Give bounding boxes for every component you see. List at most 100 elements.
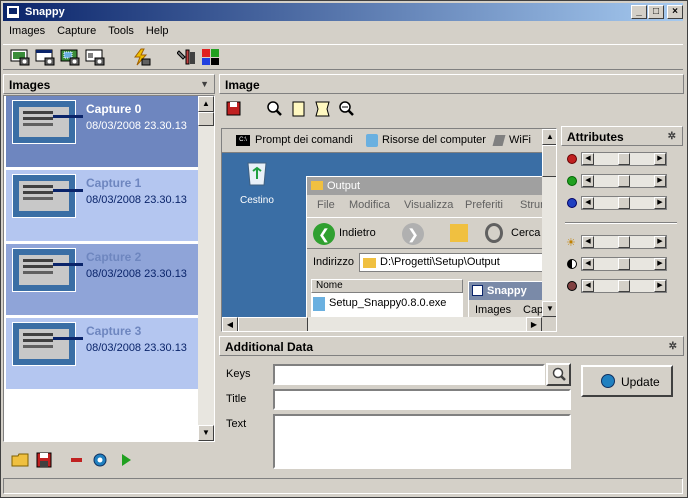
address-field: D:\Progetti\Setup\Output	[359, 253, 545, 272]
zoom-in-icon[interactable]	[265, 100, 285, 118]
scroll-thumb[interactable]	[542, 145, 556, 177]
scroll-up-icon[interactable]: ▲	[198, 96, 214, 112]
forward-arrow-icon: ❯	[402, 223, 424, 245]
flash-capture-icon[interactable]	[131, 48, 151, 66]
divider	[565, 222, 677, 224]
additional-data-panel: Additional Data ✲ Keys Title Text Update	[219, 336, 684, 474]
column-header-name: Nome	[311, 279, 463, 293]
app-icon	[472, 285, 483, 296]
actual-size-icon[interactable]	[289, 100, 309, 118]
main-toolbar	[3, 44, 683, 70]
capture-date: 08/03/2008 23.30.13	[86, 194, 187, 206]
capture-name: Capture 3	[86, 324, 142, 338]
capture-date: 08/03/2008 23.30.13	[86, 268, 187, 280]
keys-input[interactable]	[273, 364, 545, 385]
folder-icon	[363, 258, 376, 268]
explorer-search: Cerca	[511, 227, 541, 239]
update-label: Update	[621, 375, 660, 389]
save-icon[interactable]	[35, 451, 55, 469]
scroll-down-icon[interactable]: ▼	[542, 301, 556, 317]
maximize-button[interactable]: □	[648, 5, 664, 19]
scroll-thumb[interactable]	[198, 112, 214, 126]
explorer-back: Indietro	[339, 227, 376, 239]
green-channel-icon	[567, 176, 577, 186]
list-item[interactable]: Capture 2 08/03/2008 23.30.13	[6, 244, 200, 316]
scroll-thumb[interactable]	[238, 317, 308, 331]
wifi-icon	[492, 135, 506, 146]
title-input[interactable]	[273, 389, 571, 410]
zoom-out-icon[interactable]	[337, 100, 357, 118]
capture-thumbnail	[12, 248, 76, 292]
capture-name: Capture 1	[86, 176, 142, 190]
refresh-icon[interactable]	[91, 451, 111, 469]
list-item[interactable]: Capture 1 08/03/2008 23.30.13	[6, 170, 200, 242]
image-viewport[interactable]: C:\ Prompt dei comandi Risorse del compu…	[221, 128, 557, 332]
capture-region-icon[interactable]	[60, 48, 80, 66]
list-item[interactable]: Capture 0 08/03/2008 23.30.13	[6, 96, 200, 168]
capture-window-icon[interactable]	[35, 48, 55, 66]
scroll-down-icon[interactable]: ▼	[198, 425, 214, 441]
blue-slider[interactable]: ◀ ▶	[581, 196, 667, 210]
inner-menu-images: Images	[475, 304, 512, 316]
explorer-menu-preferiti: Preferiti	[465, 199, 503, 211]
fit-icon[interactable]	[313, 100, 333, 118]
keys-search-button[interactable]	[546, 363, 571, 386]
remove-icon[interactable]	[67, 451, 87, 469]
explorer-menu-visualizza: Visualizza	[404, 199, 454, 211]
update-button[interactable]: Update	[581, 365, 673, 397]
menu-tools[interactable]: Tools	[102, 23, 140, 39]
saturation-icon	[567, 281, 577, 291]
saturation-slider[interactable]: ◀ ▶	[581, 279, 667, 293]
title-bar[interactable]: Snappy _ □ ×	[3, 3, 683, 21]
pin-icon[interactable]: ✲	[668, 127, 676, 147]
search-icon	[485, 223, 503, 243]
open-folder-icon[interactable]	[11, 451, 31, 469]
attributes-title: Attributes	[567, 130, 624, 144]
scroll-up-icon[interactable]: ▲	[542, 129, 556, 145]
viewport-vscrollbar[interactable]: ▲ ▼	[542, 129, 556, 317]
text-area[interactable]	[273, 414, 571, 469]
scroll-left-icon[interactable]: ◀	[222, 317, 238, 331]
capture-desktop-icon[interactable]	[10, 48, 30, 66]
address-label: Indirizzo	[313, 256, 354, 268]
image-panel-title: Image	[225, 78, 260, 92]
images-scrollbar[interactable]: ▲ ▼	[198, 96, 214, 441]
scroll-corner	[542, 317, 556, 331]
brightness-icon: ☀	[566, 237, 576, 249]
viewport-hscrollbar[interactable]: ◀ ▶	[222, 317, 542, 331]
scroll-right-icon[interactable]: ▶	[526, 317, 542, 331]
save-image-icon[interactable]	[225, 100, 245, 118]
text-label: Text	[226, 418, 247, 430]
pin-icon[interactable]: ✲	[669, 337, 677, 357]
play-icon[interactable]	[117, 451, 137, 469]
explorer-toolbar: ❮ Indietro ❯ Cerca	[307, 217, 547, 249]
image-toolbar	[219, 96, 684, 122]
app-icon	[6, 5, 20, 19]
dropdown-arrow-icon[interactable]: ▼	[200, 74, 209, 94]
capture-name: Capture 2	[86, 250, 142, 264]
palette-icon[interactable]	[201, 48, 221, 66]
menu-help[interactable]: Help	[140, 23, 175, 39]
capture-object-icon[interactable]	[85, 48, 105, 66]
red-slider[interactable]: ◀ ▶	[581, 152, 667, 166]
recycle-bin-label: Cestino	[240, 195, 274, 206]
menu-capture[interactable]: Capture	[51, 23, 102, 39]
attributes-panel-header: Attributes ✲	[561, 126, 683, 146]
taskbar-item-cmd: Prompt dei comandi	[255, 134, 353, 146]
images-panel-title: Images	[9, 78, 51, 92]
tools-icon[interactable]	[177, 48, 197, 66]
list-item[interactable]: Capture 3 08/03/2008 23.30.13	[6, 318, 200, 390]
contrast-icon	[567, 259, 577, 269]
explorer-menu-file: File	[317, 199, 335, 211]
exe-file-icon	[313, 297, 325, 311]
green-slider[interactable]: ◀ ▶	[581, 174, 667, 188]
minimize-button[interactable]: _	[631, 5, 647, 19]
contrast-slider[interactable]: ◀ ▶	[581, 257, 667, 271]
menu-images[interactable]: Images	[3, 23, 51, 39]
images-list: Capture 0 08/03/2008 23.30.13 Capture 1 …	[3, 95, 215, 442]
explorer-title: Output	[327, 180, 361, 192]
explorer-menu-modifica: Modifica	[349, 199, 390, 211]
close-button[interactable]: ×	[667, 5, 683, 19]
update-icon	[601, 374, 615, 388]
brightness-slider[interactable]: ◀ ▶	[581, 235, 667, 249]
